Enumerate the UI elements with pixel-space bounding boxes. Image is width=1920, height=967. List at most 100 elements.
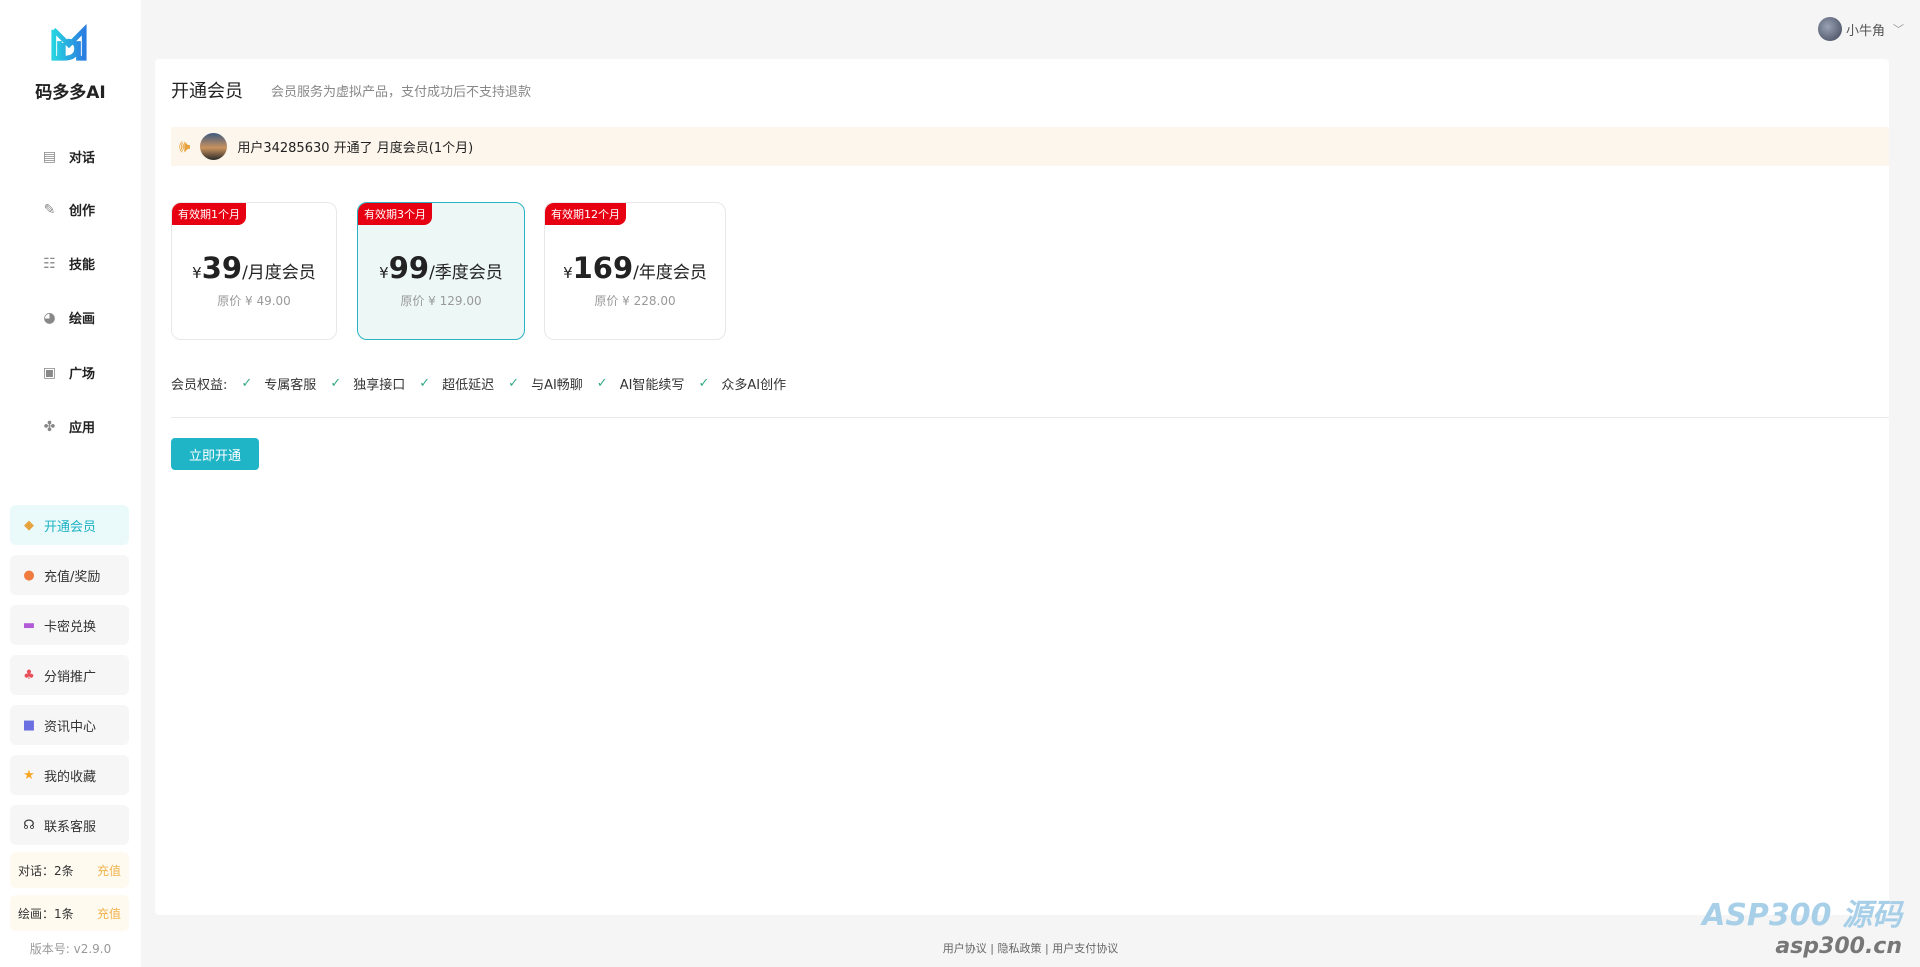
chevron-down-icon: ﹀ [1893,23,1904,36]
plan-unit: /季度会员 [429,263,503,283]
side-btn-label: 充值/奖励 [44,569,101,585]
palette-icon: ◕ [43,309,56,326]
chat-icon: ▤ [42,148,57,165]
plan-price: 39 [201,251,243,285]
subscribe-button[interactable]: 立即开通 [171,438,259,470]
page-title: 开通会员 [171,81,243,102]
watermark-title: ASP300 源码 [1702,898,1902,933]
divider [171,417,1889,418]
benefit-text: AI智能续写 [619,378,685,393]
network-icon: ♣ [23,667,35,683]
quota-label: 绘画：1条 [18,906,74,921]
benefits-list: 会员权益: ✓ 专属客服 ✓ 独享接口 ✓ 超低延迟 ✓ 与AI畅聊 ✓ AI智能续写 ✓… [171,374,786,393]
nav-item-skills[interactable]: ☷ 技能 [42,254,96,274]
watermark: ASP300 源码 asp300.cn [1702,890,1902,959]
validity-tag: 有效期1个月 [172,203,246,225]
benefit-text: 独享接口 [353,378,406,393]
benefit-text: 与AI畅聊 [531,378,583,393]
currency: ¥ [563,264,573,282]
original-price: 原价 ¥ 129.00 [400,294,482,308]
benefit-text: 众多AI创作 [721,378,787,393]
brand-logo [51,24,87,61]
quota-chat: 对话：2条 充值 [10,852,129,888]
side-btn-label: 联系客服 [44,819,97,835]
user-name: 小牛角 [1845,23,1885,39]
side-btn-news[interactable]: ■ 资讯中心 [10,705,129,745]
privacy-policy-link[interactable]: 隐私政策 [998,942,1042,955]
check-icon: ✓ [596,376,608,391]
nav-label: 技能 [69,258,96,273]
currency: ¥ [192,264,202,282]
footer: 用户协议 | 隐私政策 | 用户支付协议 [141,940,1920,956]
side-btn-label: 开通会员 [44,519,97,535]
nav-label: 创作 [69,204,96,219]
news-icon: ■ [22,717,36,733]
plan-price: 99 [388,251,430,285]
side-btn-membership[interactable]: ◆ 开通会员 [10,505,129,545]
page-subtitle: 会员服务为虚拟产品，支付成功后不支持退款 [271,85,532,100]
plan-card-quarterly[interactable]: 有效期3个月 ¥99/季度会员原价 ¥ 129.00 [357,202,525,340]
notice-bar: 🕪 用户34285630 开通了 月度会员(1个月) [171,127,1889,166]
user-menu[interactable]: 小牛角 ﹀ [1817,17,1904,41]
check-icon: ✓ [330,376,342,391]
side-btn-label: 分销推广 [44,669,97,685]
benefit-text: 超低延迟 [442,378,495,393]
side-btn-support[interactable]: ☊ 联系客服 [10,805,129,845]
headset-icon: ☊ [23,817,35,833]
plan-unit: /月度会员 [242,263,316,283]
diamond-icon: ◆ [24,517,34,533]
list-icon: ☷ [43,255,56,272]
brand-name: 码多多AI [35,83,106,103]
quota-label: 对话：2条 [18,863,74,878]
plan-unit: /年度会员 [633,263,707,283]
nav-item-apps[interactable]: ✤ 应用 [42,417,96,437]
side-btn-recharge[interactable]: ● 充值/奖励 [10,555,129,595]
image-icon: ▣ [42,364,57,381]
nav-item-square[interactable]: ▣ 广场 [42,363,96,383]
nav-label: 对话 [69,151,96,166]
star-icon: ★ [23,767,35,783]
benefits-label: 会员权益: [171,378,228,393]
payment-agreement-link[interactable]: 用户支付协议 [1052,942,1118,955]
nav-item-chat[interactable]: ▤ 对话 [42,147,96,167]
recharge-link[interactable]: 充值 [97,862,121,879]
separator: | [990,942,994,955]
version-label: 版本号: v2.9.0 [29,942,112,956]
separator: | [1045,942,1049,955]
avatar [1817,17,1842,41]
benefit-item: ✓ AI智能续写 [597,374,685,393]
validity-tag: 有效期3个月 [358,203,432,225]
side-btn-label: 我的收藏 [44,769,97,785]
recharge-icon: ● [23,567,35,583]
benefit-item: ✓ 专属客服 [241,374,316,393]
nav-item-draw[interactable]: ◕ 绘画 [42,308,96,328]
plan-card-yearly[interactable]: 有效期12个月 ¥169/年度会员 原价 ¥ 228.00 [544,202,726,340]
plan-price: 169 [572,251,634,285]
side-btn-label: 资讯中心 [44,719,97,735]
nav-label: 应用 [69,421,96,436]
currency: ¥ [379,264,389,282]
user-agreement-link[interactable]: 用户协议 [943,942,987,955]
side-btn-favorites[interactable]: ★ 我的收藏 [10,755,129,795]
membership-panel: 开通会员 会员服务为虚拟产品，支付成功后不支持退款 🕪 用户34285630 开通… [155,59,1889,915]
pen-icon: ✎ [43,201,56,218]
benefit-item: ✓ 超低延迟 [419,374,494,393]
sidebar: 码多多AI ▤ 对话 ✎ 创作 ☷ 技能 ◕ 绘画 ▣ 广场 ✤ 应用 ◆ 开通会员 ● 充值/… [0,0,141,967]
nav-label: 广场 [69,367,96,382]
check-icon: ✓ [241,376,253,391]
side-btn-label: 卡密兑换 [44,619,97,635]
side-btn-distribution[interactable]: ♣ 分销推广 [10,655,129,695]
recharge-link[interactable]: 充值 [97,905,121,922]
check-icon: ✓ [508,376,520,391]
check-icon: ✓ [698,376,710,391]
nav-label: 绘画 [69,312,96,327]
notice-avatar [200,133,228,160]
original-price: 原价 ¥ 228.00 [594,294,676,308]
quota-draw: 绘画：1条 充值 [10,895,129,931]
nav-item-create[interactable]: ✎ 创作 [42,200,96,220]
watermark-url: asp300.cn [1775,934,1902,959]
side-btn-card-redeem[interactable]: ▬ 卡密兑换 [10,605,129,645]
card-icon: ▬ [22,617,36,633]
plan-card-monthly[interactable]: 有效期1个月 ¥39/月度会员原价 ¥ 49.00 [171,202,337,340]
original-price: 原价 ¥ 49.00 [217,294,291,308]
